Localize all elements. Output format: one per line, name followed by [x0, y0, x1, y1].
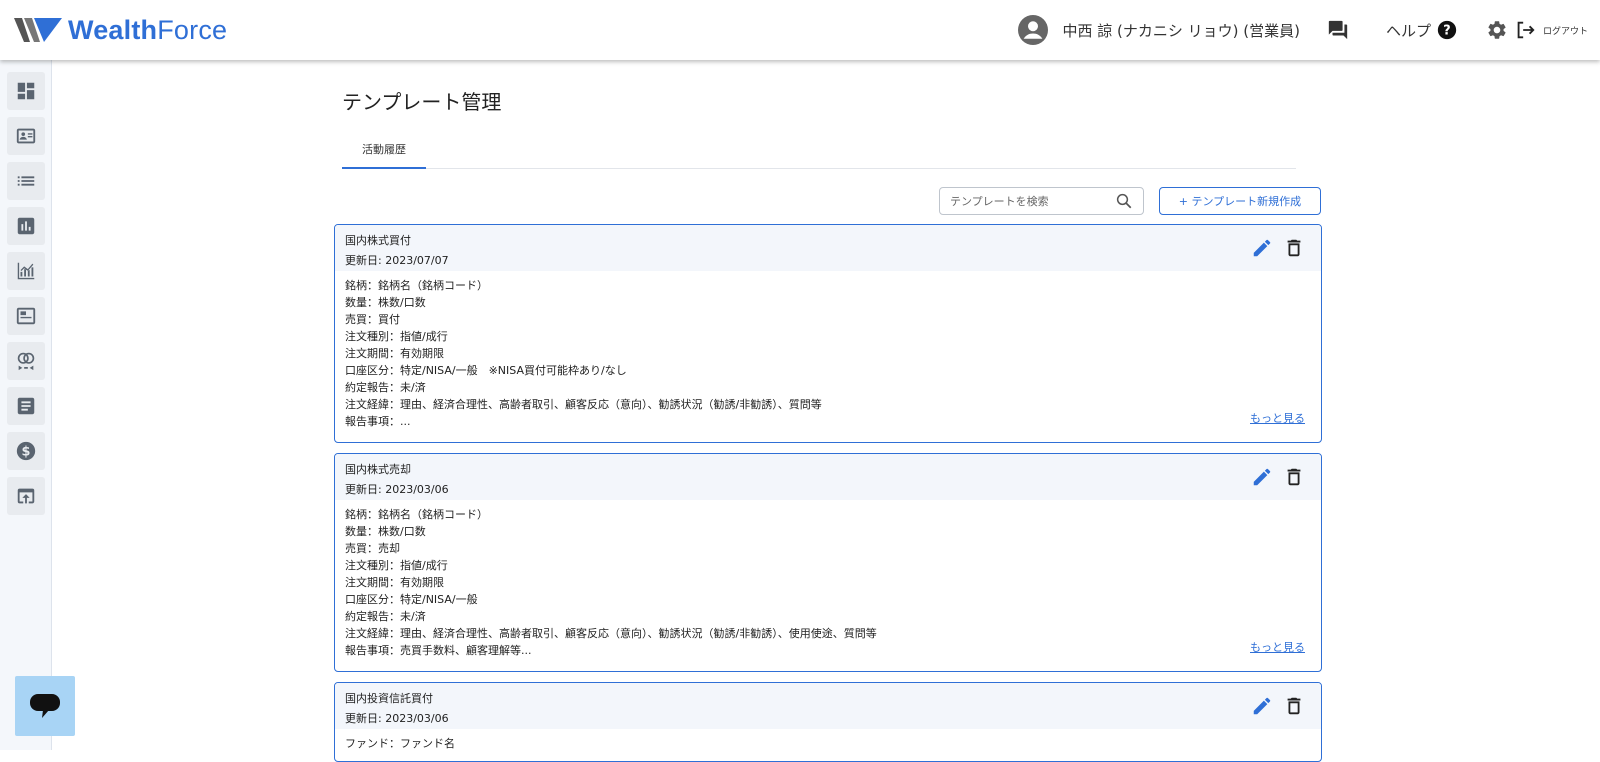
edit-icon[interactable]	[1251, 695, 1273, 717]
card-title: 国内投資信託買付	[345, 692, 433, 705]
dollar-icon: $	[16, 441, 36, 461]
dashboard-icon	[17, 82, 35, 100]
new-template-button[interactable]: + テンプレート新規作成	[1159, 187, 1321, 215]
card-line: 口座区分：特定/NISA/一般 ※NISA買付可能枠あり/なし	[345, 364, 627, 377]
template-search	[939, 187, 1144, 215]
sidebar-item-article[interactable]	[7, 387, 45, 425]
logout-icon[interactable]	[1513, 18, 1537, 42]
edit-icon[interactable]	[1251, 237, 1273, 259]
delete-icon[interactable]	[1283, 237, 1305, 259]
card-updated-date: 更新日: 2023/03/06	[345, 712, 449, 725]
card-line: 約定報告：未/済	[345, 610, 426, 623]
template-card: 国内株式買付 更新日: 2023/07/07 銘柄：銘柄名（銘柄コード） 数量：…	[334, 224, 1322, 443]
show-more-link[interactable]: もっと見る	[1250, 410, 1305, 426]
card-line: 銘柄：銘柄名（銘柄コード）	[345, 508, 488, 521]
page-title: テンプレート管理	[342, 90, 502, 114]
card-line: 売買：買付	[345, 313, 400, 326]
top-header: WealthForce 中西 諒 (ナカニシ リョウ) (営業員) ヘルプ ? …	[0, 0, 1600, 60]
card-header: 国内株式売却 更新日: 2023/03/06	[335, 454, 1321, 500]
analytics-icon	[17, 262, 35, 280]
card-line: ファンド：ファンド名	[345, 737, 455, 750]
template-card: 国内投資信託買付 更新日: 2023/03/06 ファンド：ファンド名	[334, 682, 1322, 762]
svg-text:$: $	[22, 445, 31, 460]
card-updated-date: 更新日: 2023/03/06	[345, 483, 449, 496]
help-label[interactable]: ヘルプ	[1386, 20, 1431, 41]
card-actions	[1251, 695, 1305, 717]
card-line: 報告事項：...	[345, 415, 411, 428]
card-header: 国内投資信託買付 更新日: 2023/03/06	[335, 683, 1321, 729]
help-icon[interactable]: ?	[1435, 18, 1459, 42]
card-body: 銘柄：銘柄名（銘柄コード） 数量：株数/口数 売買：売却 注文種別：指値/成行 …	[335, 500, 1321, 659]
show-more-link[interactable]: もっと見る	[1250, 639, 1305, 655]
card-line: 注文経緯：理由、経済合理性、高齢者取引、顧客反応（意向）、勧誘状況（勧誘/非勧誘…	[345, 627, 877, 640]
sidebar-item-upload[interactable]	[7, 477, 45, 515]
logout-label[interactable]: ログアウト	[1543, 24, 1588, 37]
delete-icon[interactable]	[1283, 466, 1305, 488]
list-icon	[17, 176, 35, 186]
upload-icon	[17, 488, 35, 504]
card-actions	[1251, 466, 1305, 488]
card-title: 国内株式売却	[345, 463, 411, 476]
card-line: 売買：売却	[345, 542, 400, 555]
card-actions	[1251, 237, 1305, 259]
edit-icon[interactable]	[1251, 466, 1273, 488]
tab-bar: 活動履歴	[342, 130, 1296, 169]
main-content: テンプレート管理 活動履歴 + テンプレート新規作成 国内株式買付 更新日: 2…	[52, 60, 1600, 762]
card-line: 注文期間：有効期限	[345, 576, 444, 589]
contact-card-icon	[16, 128, 36, 144]
brand-name: WealthForce	[68, 14, 228, 45]
document-icon	[16, 307, 36, 325]
template-card: 国内株式売却 更新日: 2023/03/06 銘柄：銘柄名（銘柄コード） 数量：…	[334, 453, 1322, 672]
card-line: 約定報告：未/済	[345, 381, 426, 394]
card-title: 国内株式買付	[345, 234, 411, 247]
search-input[interactable]	[940, 188, 1110, 214]
tab-activity-history[interactable]: 活動履歴	[342, 130, 426, 169]
sidebar-item-list[interactable]	[7, 162, 45, 200]
card-header: 国内株式買付 更新日: 2023/07/07	[335, 225, 1321, 271]
wealthforce-logo[interactable]: WealthForce	[14, 14, 227, 46]
chat-bubble-icon	[30, 694, 60, 718]
card-line: 銘柄：銘柄名（銘柄コード）	[345, 279, 488, 292]
card-line: 注文期間：有効期限	[345, 347, 444, 360]
card-line: 口座区分：特定/NISA/一般	[345, 593, 478, 606]
sidebar-item-finance[interactable]: $	[7, 432, 45, 470]
logo-mark-icon	[14, 18, 62, 42]
card-line: 数量：株数/口数	[345, 296, 426, 309]
card-line: 注文経緯：理由、経済合理性、高齢者取引、顧客反応（意向）、勧誘状況（勧誘/非勧誘…	[345, 398, 822, 411]
sidebar-item-relationship[interactable]	[7, 342, 45, 380]
chat-icon[interactable]	[1326, 18, 1350, 42]
article-icon	[17, 397, 35, 415]
sidebar-item-report[interactable]	[7, 207, 45, 245]
delete-icon[interactable]	[1283, 695, 1305, 717]
card-line: 注文種別：指値/成行	[345, 559, 448, 572]
sidebar-item-contact[interactable]	[7, 117, 45, 155]
search-icon[interactable]	[1115, 192, 1133, 210]
bar-chart-icon	[17, 217, 35, 235]
card-body: 銘柄：銘柄名（銘柄コード） 数量：株数/口数 売買：買付 注文種別：指値/成行 …	[335, 271, 1321, 430]
card-line: 数量：株数/口数	[345, 525, 426, 538]
card-body: ファンド：ファンド名	[335, 729, 1321, 752]
header-actions: 中西 諒 (ナカニシ リョウ) (営業員) ヘルプ ? ログアウト	[1018, 0, 1600, 60]
sidebar-item-document[interactable]	[7, 297, 45, 335]
card-line: 注文種別：指値/成行	[345, 330, 448, 343]
side-nav: $	[0, 60, 52, 750]
card-line: 報告事項：売買手数料、顧客理解等...	[345, 644, 532, 657]
user-name: 中西 諒 (ナカニシ リョウ) (営業員)	[1062, 21, 1300, 40]
chat-support-button[interactable]	[15, 676, 75, 736]
sidebar-item-analytics[interactable]	[7, 252, 45, 290]
relationship-icon	[17, 352, 35, 371]
svg-text:?: ?	[1443, 24, 1450, 39]
sidebar-item-dashboard[interactable]	[7, 72, 45, 110]
settings-icon[interactable]	[1485, 18, 1509, 42]
account-circle-icon[interactable]	[1018, 15, 1049, 45]
card-updated-date: 更新日: 2023/07/07	[345, 254, 449, 267]
